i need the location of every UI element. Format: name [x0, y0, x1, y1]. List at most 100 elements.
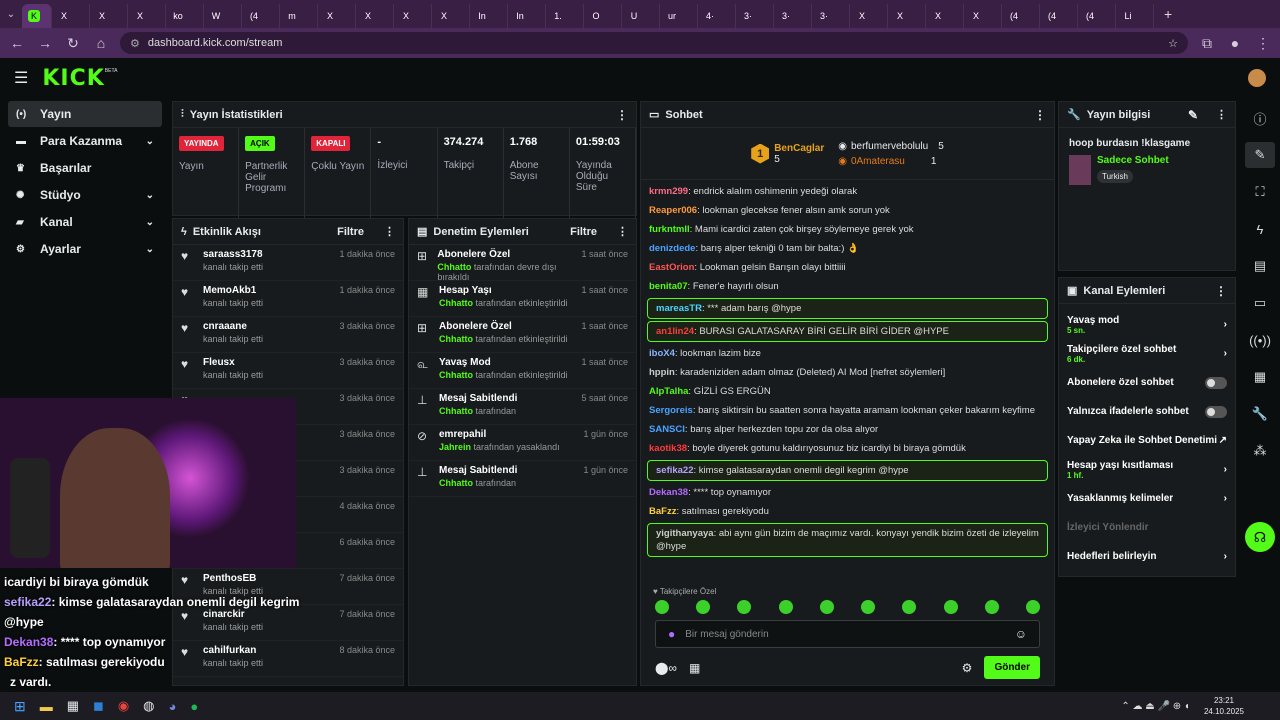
moderator-name[interactable]: Chhatto — [439, 406, 473, 416]
chat-settings-icon[interactable]: ⚙ — [962, 661, 973, 675]
moderator-name[interactable]: Chhatto — [439, 370, 473, 380]
chat-username[interactable]: benita07 — [649, 281, 688, 292]
chat-username[interactable]: EastOrion — [649, 262, 694, 273]
browser-tab[interactable]: (4 — [1002, 4, 1040, 28]
browser-tab[interactable]: 3· — [812, 4, 850, 28]
browser-tab[interactable]: U — [622, 4, 660, 28]
send-button[interactable]: Gönder — [984, 656, 1040, 679]
leader-name[interactable]: BenCaglar — [774, 143, 824, 154]
browser-tab[interactable]: X — [128, 4, 166, 28]
chat-username[interactable]: AlpTalha — [649, 386, 688, 397]
second-leader-name[interactable]: berfumervebolulu — [851, 141, 928, 152]
moderation-action[interactable]: Hesap Yaşı — [439, 285, 568, 296]
stream-info-more-icon[interactable]: ⋮ — [1216, 108, 1227, 121]
lightning-icon[interactable]: ϟ — [1245, 216, 1275, 242]
moderation-action[interactable]: emrepahil — [439, 429, 560, 440]
browser-tab[interactable]: In — [470, 4, 508, 28]
chat-username[interactable]: yigithanyaya — [656, 528, 714, 539]
extensions-icon[interactable]: ⧉ — [1198, 35, 1216, 52]
activity-username[interactable]: MemoAkb1 — [203, 285, 263, 296]
channel-action-row[interactable]: Takipçilere özel sohbet 6 dk. › — [1059, 339, 1235, 368]
emote-icon[interactable] — [902, 600, 917, 614]
browser-tab[interactable]: 3· — [774, 4, 812, 28]
windows-start-icon[interactable]: ⊞ — [14, 698, 26, 715]
moderation-more-icon[interactable]: ⋮ — [617, 225, 628, 238]
notes-icon[interactable]: ▤ — [1245, 253, 1275, 279]
emote-icon[interactable] — [696, 600, 711, 614]
browser-tab[interactable]: In — [508, 4, 546, 28]
moderator-name[interactable]: Chhatto — [437, 262, 471, 272]
toggle-switch[interactable] — [1205, 376, 1227, 389]
browser-tab[interactable]: X — [394, 4, 432, 28]
chat-username[interactable]: Reaper006 — [649, 205, 697, 216]
layout-icon[interactable]: ▦ — [1245, 364, 1275, 390]
chat-username[interactable]: hppin — [649, 367, 675, 378]
reload-icon[interactable]: ↻ — [64, 35, 82, 52]
channel-action-row[interactable]: Yalnızca ifadelerle sohbet — [1059, 397, 1235, 426]
chat-username[interactable]: BaFzz — [649, 506, 676, 517]
edit-icon[interactable]: ✎ — [1245, 142, 1275, 168]
channel-action-row[interactable]: Abonelere özel sohbet — [1059, 368, 1235, 397]
moderation-action[interactable]: Yavaş Mod — [439, 357, 568, 368]
channel-action-row[interactable]: İzleyici Yönlendir — [1059, 513, 1235, 542]
browser-tab[interactable]: X — [926, 4, 964, 28]
chat-username[interactable]: kaotik38 — [649, 443, 687, 454]
channel-action-row[interactable]: Yavaş mod 5 sn. › — [1059, 310, 1235, 339]
moderation-filter-button[interactable]: Filtre — [570, 226, 597, 238]
tools-icon[interactable]: 🔧 — [1245, 401, 1275, 427]
home-icon[interactable]: ⌂ — [92, 35, 110, 51]
chat-username[interactable]: Sergoreis — [649, 405, 693, 416]
forward-icon[interactable]: → — [36, 35, 54, 51]
site-info-icon[interactable]: ⚙ — [130, 37, 140, 50]
sidebar-item-1[interactable]: ▬ Para Kazanma ⌄ — [8, 128, 162, 154]
moderation-action[interactable]: Abonelere Özel — [437, 249, 573, 260]
category-name[interactable]: Sadece Sohbet — [1097, 155, 1169, 166]
chat-username[interactable]: mareasTR — [656, 303, 702, 314]
chat-more-icon[interactable]: ⋮ — [1034, 108, 1046, 122]
moderation-action[interactable]: Mesaj Sabitlendi — [439, 393, 517, 404]
emote-icon[interactable] — [778, 600, 793, 614]
activity-username[interactable]: saraass3178 — [203, 249, 263, 260]
hamburger-menu-icon[interactable]: ☰ — [14, 68, 28, 88]
chat-username[interactable]: iboX4 — [649, 348, 675, 359]
activity-filter-button[interactable]: Filtre — [337, 226, 364, 238]
emote-icon[interactable] — [819, 600, 834, 614]
kick-logo[interactable]: KICK — [42, 66, 104, 91]
emote-icon[interactable] — [943, 600, 958, 614]
store-icon[interactable]: ▦ — [689, 661, 700, 675]
chrome-icon[interactable]: ◉ — [118, 698, 129, 714]
sidebar-item-5[interactable]: ⚙ Ayarlar ⌄ — [8, 236, 162, 262]
moderator-name[interactable]: Chhatto — [439, 334, 473, 344]
file-explorer-icon[interactable]: ▬ — [40, 699, 53, 714]
tab-search-icon[interactable]: ⌄ — [0, 9, 22, 20]
points-icon[interactable]: ⬤∞ — [655, 661, 677, 675]
browser-tab[interactable]: 4· — [698, 4, 736, 28]
outlook-icon[interactable]: ◼ — [93, 698, 104, 714]
spotify-icon[interactable]: ● — [190, 699, 198, 714]
channel-action-row[interactable]: Hedefleri belirleyin › — [1059, 542, 1235, 571]
discord-icon[interactable]: ◕ — [169, 699, 177, 714]
moderator-name[interactable]: Jahrein — [439, 442, 471, 452]
moderation-action[interactable]: Mesaj Sabitlendi — [439, 465, 517, 476]
channel-action-row[interactable]: Hesap yaşı kısıtlaması 1 hf. › — [1059, 455, 1235, 484]
stats-more-icon[interactable]: ⋮ — [616, 108, 628, 122]
microphone-icon[interactable]: ● — [668, 627, 675, 641]
browser-tab[interactable]: (4 — [242, 4, 280, 28]
moderator-name[interactable]: Chhatto — [439, 478, 473, 488]
browser-tab[interactable]: X — [850, 4, 888, 28]
channel-action-row[interactable]: Yapay Zeka ile Sohbet Denetimi ↗ — [1059, 426, 1235, 455]
chat-username[interactable]: sefika22 — [656, 465, 694, 476]
sidebar-item-0[interactable]: (•) Yayın — [8, 101, 162, 127]
browser-tab[interactable]: K — [22, 4, 52, 28]
bookmark-star-icon[interactable]: ☆ — [1168, 37, 1178, 50]
sidebar-item-4[interactable]: ▰ Kanal ⌄ — [8, 209, 162, 235]
url-field[interactable]: ⚙ dashboard.kick.com/stream ☆ — [120, 32, 1188, 54]
chat-username[interactable]: denizdede — [649, 243, 695, 254]
system-tray[interactable]: ⌃ ☁ ⏏ 🎤 ⊕ ◖ — [1121, 701, 1190, 712]
support-button[interactable]: ☊ — [1245, 522, 1275, 552]
emote-icon[interactable] — [1025, 600, 1040, 614]
browser-tab[interactable]: O — [584, 4, 622, 28]
broadcast-signal-icon[interactable]: ((•)) — [1245, 327, 1275, 353]
browser-tab[interactable]: X — [356, 4, 394, 28]
browser-tab[interactable]: ko — [166, 4, 204, 28]
